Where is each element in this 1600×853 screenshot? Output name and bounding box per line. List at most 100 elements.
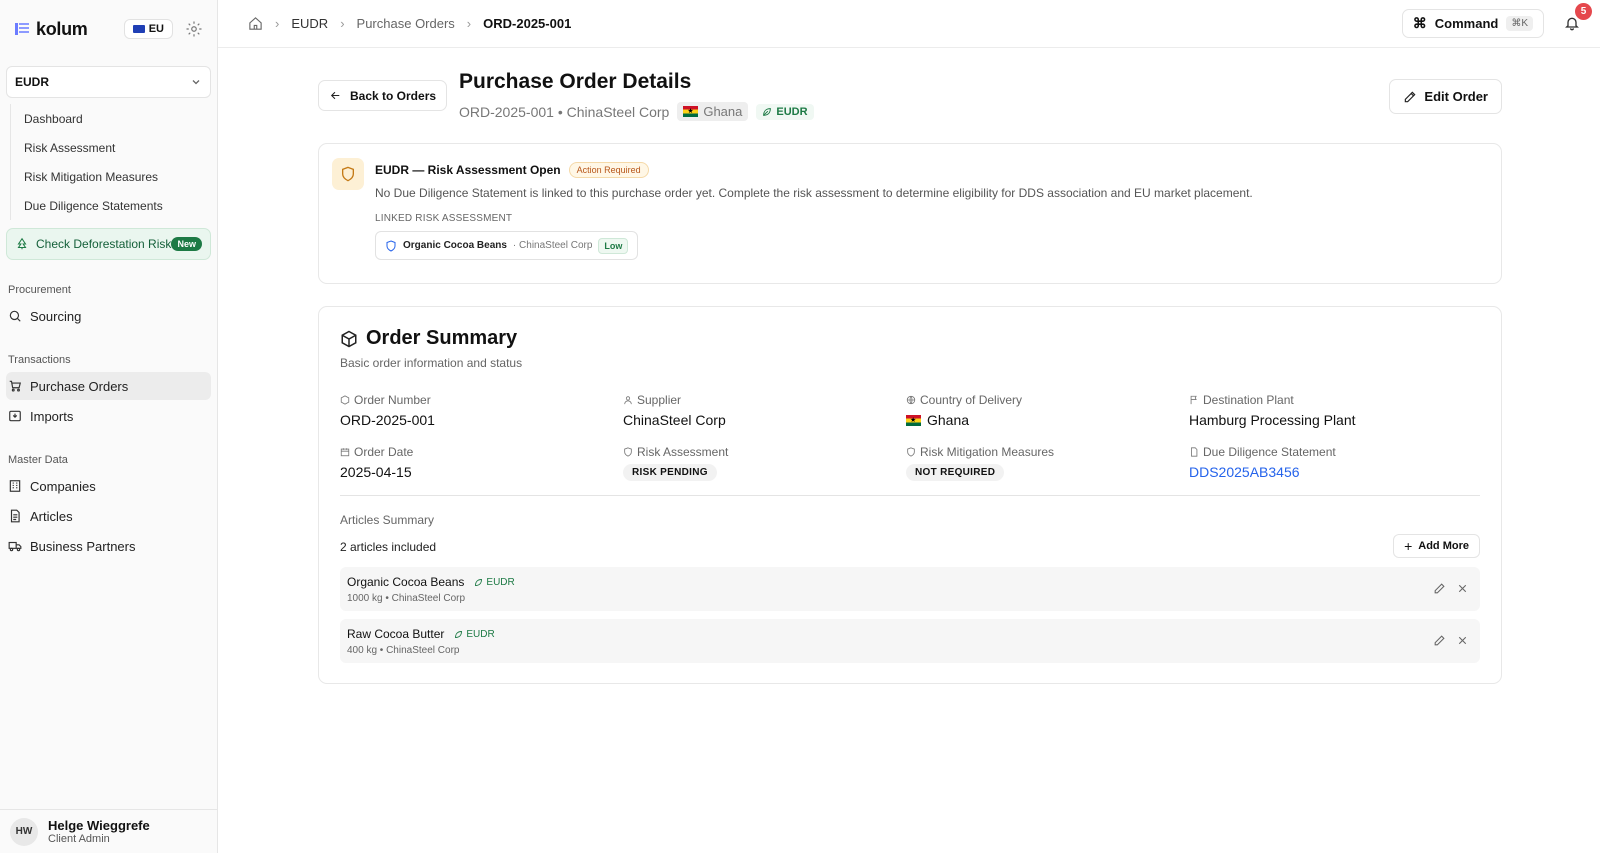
sidebar-item-imports[interactable]: Imports xyxy=(6,402,211,430)
avatar: HW xyxy=(10,817,38,846)
sidebar-item-label: Purchase Orders xyxy=(30,378,129,394)
sidebar-item-label: Companies xyxy=(30,478,96,494)
field-value: 2025-04-15 xyxy=(340,464,412,480)
sidebar-item-purchase-orders[interactable]: Purchase Orders xyxy=(6,372,211,400)
field-label: Order Number xyxy=(354,393,431,407)
article-name: Raw Cocoa Butter xyxy=(347,627,445,641)
user-profile[interactable]: HW Helge Wieggrefe Client Admin xyxy=(0,809,217,853)
field-supplier: Supplier ChinaSteel Corp xyxy=(623,393,883,428)
calendar-icon xyxy=(340,448,350,457)
field-label: Order Date xyxy=(354,445,414,459)
notification-badge: 5 xyxy=(1575,3,1592,20)
command-shortcut: ⌘K xyxy=(1506,16,1533,31)
field-label: Risk Mitigation Measures xyxy=(920,445,1055,459)
field-value: ChinaSteel Corp xyxy=(623,412,726,428)
document-icon xyxy=(10,509,20,523)
ghana-flag-icon xyxy=(683,106,699,117)
order-summary-title: Order Summary xyxy=(366,327,518,349)
leaf-icon xyxy=(763,107,772,116)
dds-link[interactable]: DDS2025AB3456 xyxy=(1189,464,1449,480)
page-subtitle: ORD-2025-001 • ChinaSteel Corp xyxy=(459,103,670,120)
back-label: Back to Orders xyxy=(350,88,437,103)
country-tag: Ghana xyxy=(677,102,749,121)
close-icon[interactable] xyxy=(1456,634,1469,647)
document-icon xyxy=(1191,447,1198,457)
sidebar-item-sourcing[interactable]: Sourcing xyxy=(6,302,211,330)
field-label: Country of Delivery xyxy=(920,393,1023,407)
cart-icon xyxy=(9,380,21,392)
sidebar-item-label: Business Partners xyxy=(30,538,136,554)
gear-icon[interactable] xyxy=(185,20,203,38)
linked-risk-assessment[interactable]: Organic Cocoa Beans · ChinaSteel Corp Lo… xyxy=(375,231,639,260)
package-icon xyxy=(340,395,350,405)
check-risk-label: Check Deforestation Risk xyxy=(36,237,172,251)
brand-name: kolum xyxy=(36,18,88,39)
order-summary-title-row: Order Summary xyxy=(340,327,517,350)
divider xyxy=(340,495,1480,496)
add-more-button[interactable]: + Add More xyxy=(1393,534,1480,558)
plus-icon: + xyxy=(1404,538,1413,554)
article-meta: 1000 kg • ChinaSteel Corp xyxy=(347,593,466,604)
sidebar-item-dashboard[interactable]: Dashboard xyxy=(24,104,217,133)
truck-icon xyxy=(8,541,22,552)
field-label: Risk Assessment xyxy=(637,445,729,459)
breadcrumb-eudr[interactable]: EUDR xyxy=(291,16,328,31)
check-deforestation-risk-button[interactable]: Check Deforestation Risk New xyxy=(6,228,211,260)
home-icon[interactable] xyxy=(248,16,263,31)
sidebar: kolum EU EUDR Dashboard Risk Assessment … xyxy=(0,0,218,853)
user-name: Helge Wieggrefe xyxy=(48,818,150,833)
edit-icon[interactable] xyxy=(1433,634,1446,647)
main-area: › EUDR › Purchase Orders › ORD-2025-001 … xyxy=(218,0,1600,853)
edit-label: Edit Order xyxy=(1424,89,1488,104)
breadcrumb-purchase-orders[interactable]: Purchase Orders xyxy=(357,16,455,31)
back-to-orders-button[interactable]: Back to Orders xyxy=(318,80,448,111)
import-icon xyxy=(9,410,21,422)
articles-summary-label: Articles Summary xyxy=(340,513,435,527)
field-label: Destination Plant xyxy=(1203,393,1294,407)
module-selector[interactable]: EUDR xyxy=(6,66,211,98)
search-icon xyxy=(9,310,21,322)
chevron-down-icon xyxy=(192,80,200,85)
new-badge: New xyxy=(171,237,202,251)
alert-icon-box xyxy=(332,158,364,190)
sidebar-item-label: Sourcing xyxy=(30,308,82,324)
flag-icon xyxy=(1190,395,1197,405)
article-tag: EUDR xyxy=(466,628,495,640)
section-procurement: Procurement xyxy=(8,284,71,296)
command-button[interactable]: ⌘ Command ⌘K xyxy=(1401,9,1544,38)
linked-product: Organic Cocoa Beans xyxy=(403,240,507,251)
eudr-tag: EUDR xyxy=(756,103,814,120)
alert-title: EUDR — Risk Assessment Open xyxy=(375,163,561,177)
eudr-tag: EUDR xyxy=(454,628,495,640)
region-selector[interactable]: EU xyxy=(123,19,173,39)
edit-icon[interactable] xyxy=(1433,582,1446,595)
risk-pending-badge: RISK PENDING xyxy=(623,464,717,481)
chevron-right-icon: › xyxy=(340,16,345,31)
field-order-date: Order Date 2025-04-15 xyxy=(340,445,600,480)
sidebar-item-risk-mitigation[interactable]: Risk Mitigation Measures xyxy=(24,162,217,191)
command-icon: ⌘ xyxy=(1412,15,1427,31)
region-label: EU xyxy=(148,23,164,35)
breadcrumb-current: ORD-2025-001 xyxy=(483,16,572,31)
sidebar-item-risk-assessment[interactable]: Risk Assessment xyxy=(24,133,217,162)
add-more-label: Add More xyxy=(1418,540,1469,552)
page-subtitle-row: ORD-2025-001 • ChinaSteel Corp Ghana EUD… xyxy=(459,102,814,121)
shield-icon xyxy=(624,447,632,457)
section-transactions: Transactions xyxy=(8,354,71,366)
close-icon[interactable] xyxy=(1456,582,1469,595)
edit-order-button[interactable]: Edit Order xyxy=(1389,79,1502,114)
leaf-icon xyxy=(475,578,483,586)
sidebar-item-articles[interactable]: Articles xyxy=(6,502,211,530)
breadcrumb: › EUDR › Purchase Orders › ORD-2025-001 xyxy=(218,0,1600,48)
not-required-badge: NOT REQUIRED xyxy=(906,464,1005,481)
page-title: Purchase Order Details xyxy=(459,70,692,93)
field-label: Due Diligence Statement xyxy=(1203,445,1336,459)
ghana-flag-icon xyxy=(906,414,921,426)
sidebar-item-due-diligence[interactable]: Due Diligence Statements xyxy=(24,191,217,220)
list-item: Raw Cocoa Butter EUDR 400 kg • ChinaStee… xyxy=(340,619,1480,663)
sidebar-item-business-partners[interactable]: Business Partners xyxy=(6,532,211,560)
sidebar-item-companies[interactable]: Companies xyxy=(6,472,211,500)
sidebar-item-label: Imports xyxy=(30,408,74,424)
brand-row: kolum EU xyxy=(0,0,217,58)
risk-level-badge: Low xyxy=(598,237,629,254)
